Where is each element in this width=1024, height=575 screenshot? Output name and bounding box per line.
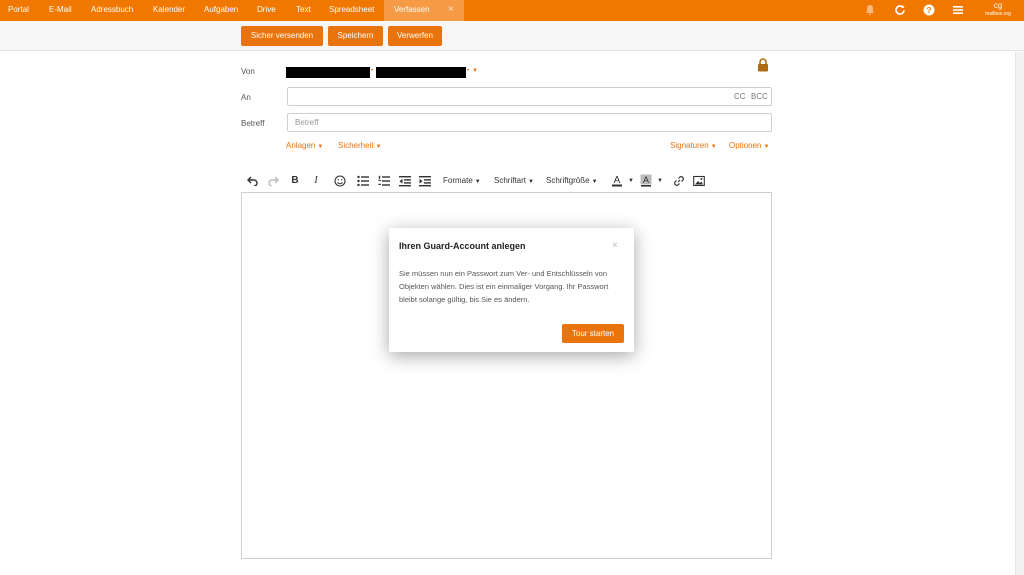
security-label: Sicherheit xyxy=(338,141,374,150)
brand-name: mailbox.org xyxy=(985,11,1011,17)
svg-text:A: A xyxy=(614,175,621,186)
separator-dot: • xyxy=(371,68,374,74)
compose-action-bar xyxy=(0,21,1024,51)
attachments-label: Anlagen xyxy=(286,141,316,150)
lock-icon[interactable] xyxy=(757,58,769,72)
italic-icon[interactable]: I xyxy=(311,175,321,187)
formats-dropdown[interactable]: Formate ▼ xyxy=(443,176,481,185)
text-color-caret-icon[interactable]: ▼ xyxy=(627,175,635,187)
brand-mark: cg xyxy=(993,1,1003,10)
bcc-link[interactable]: BCC xyxy=(751,92,768,101)
nav-tab-tasks[interactable]: Aufgaben xyxy=(204,0,238,21)
caret-down-icon: ▼ xyxy=(528,179,534,185)
font-family-label: Schriftart xyxy=(494,176,527,185)
to-input[interactable] xyxy=(287,87,772,106)
caret-down-icon: ▼ xyxy=(317,144,324,150)
bold-icon[interactable]: B xyxy=(290,175,300,187)
nav-tab-email[interactable]: E-Mail xyxy=(49,0,72,21)
subject-input[interactable] xyxy=(287,113,772,132)
redo-icon[interactable] xyxy=(268,175,279,186)
nav-tab-spreadsheet[interactable]: Spreadsheet xyxy=(329,0,374,21)
background-color-icon[interactable]: A xyxy=(640,174,652,187)
close-compose-tab-button[interactable]: × xyxy=(448,0,454,21)
nav-tab-addressbook[interactable]: Adressbuch xyxy=(91,0,133,21)
caret-down-icon: ▼ xyxy=(591,179,598,185)
redacted-sender-address xyxy=(376,67,466,78)
brand-logo[interactable]: cg mailbox.org xyxy=(981,1,1015,20)
to-label: An xyxy=(241,93,251,102)
options-dropdown[interactable]: Optionen ▼ xyxy=(729,141,769,150)
dialog-message: Sie müssen nun ein Passwort zum Ver- und… xyxy=(399,269,609,304)
font-size-label: Schriftgröße xyxy=(546,176,590,185)
redacted-sender-name xyxy=(286,67,370,78)
link-icon[interactable] xyxy=(673,175,685,187)
formats-label: Formate xyxy=(443,176,473,185)
menu-icon[interactable] xyxy=(952,4,964,16)
emoji-icon[interactable] xyxy=(334,175,346,187)
security-dropdown[interactable]: Sicherheit ▼ xyxy=(338,141,382,150)
attachments-dropdown[interactable]: Anlagen ▼ xyxy=(286,141,323,150)
send-secure-button[interactable]: Sicher versenden xyxy=(241,26,323,46)
nav-tab-calendar[interactable]: Kalender xyxy=(153,0,185,21)
font-family-dropdown[interactable]: Schriftart ▼ xyxy=(494,176,534,185)
separator-dot: • xyxy=(467,68,470,74)
discard-button[interactable]: Verwerfen xyxy=(388,26,442,46)
indent-icon[interactable] xyxy=(419,175,431,187)
text-color-icon[interactable]: A xyxy=(611,174,623,187)
bullet-list-icon[interactable] xyxy=(357,175,369,187)
caret-down-icon: ▼ xyxy=(710,144,717,150)
subject-label: Betreff xyxy=(241,119,265,128)
guard-account-dialog: Ihren Guard-Account anlegen × Sie müssen… xyxy=(389,228,634,352)
start-tour-button[interactable]: Tour starten xyxy=(562,324,624,343)
nav-tab-text[interactable]: Text xyxy=(296,0,311,21)
outdent-icon[interactable] xyxy=(399,175,411,187)
save-button[interactable]: Speichern xyxy=(328,26,383,46)
caret-down-icon: ▼ xyxy=(375,144,382,150)
cc-link[interactable]: CC xyxy=(734,92,746,101)
background-color-caret-icon[interactable]: ▼ xyxy=(656,175,664,187)
options-label: Optionen xyxy=(729,141,762,150)
from-dropdown-caret-icon[interactable]: ▼ xyxy=(472,68,478,74)
refresh-icon[interactable] xyxy=(894,4,906,16)
font-size-dropdown[interactable]: Schriftgröße ▼ xyxy=(546,176,598,185)
caret-down-icon: ▼ xyxy=(763,144,770,150)
nav-tab-drive[interactable]: Drive xyxy=(257,0,276,21)
help-icon[interactable]: ? xyxy=(923,4,935,16)
caret-down-icon: ▼ xyxy=(474,179,481,185)
numbered-list-icon[interactable] xyxy=(378,175,390,187)
undo-icon[interactable] xyxy=(247,175,258,186)
subject-placeholder: Betreff xyxy=(295,118,319,127)
svg-text:?: ? xyxy=(927,6,932,15)
from-label: Von xyxy=(241,67,255,76)
bell-icon[interactable] xyxy=(864,4,876,16)
dialog-close-button[interactable]: × xyxy=(612,240,618,251)
dialog-title: Ihren Guard-Account anlegen xyxy=(399,241,526,251)
scrollbar[interactable] xyxy=(1015,52,1024,575)
nav-tab-portal[interactable]: Portal xyxy=(8,0,29,21)
signatures-dropdown[interactable]: Signaturen ▼ xyxy=(670,141,717,150)
signatures-label: Signaturen xyxy=(670,141,709,150)
svg-text:A: A xyxy=(643,175,649,185)
image-icon[interactable] xyxy=(693,175,705,187)
